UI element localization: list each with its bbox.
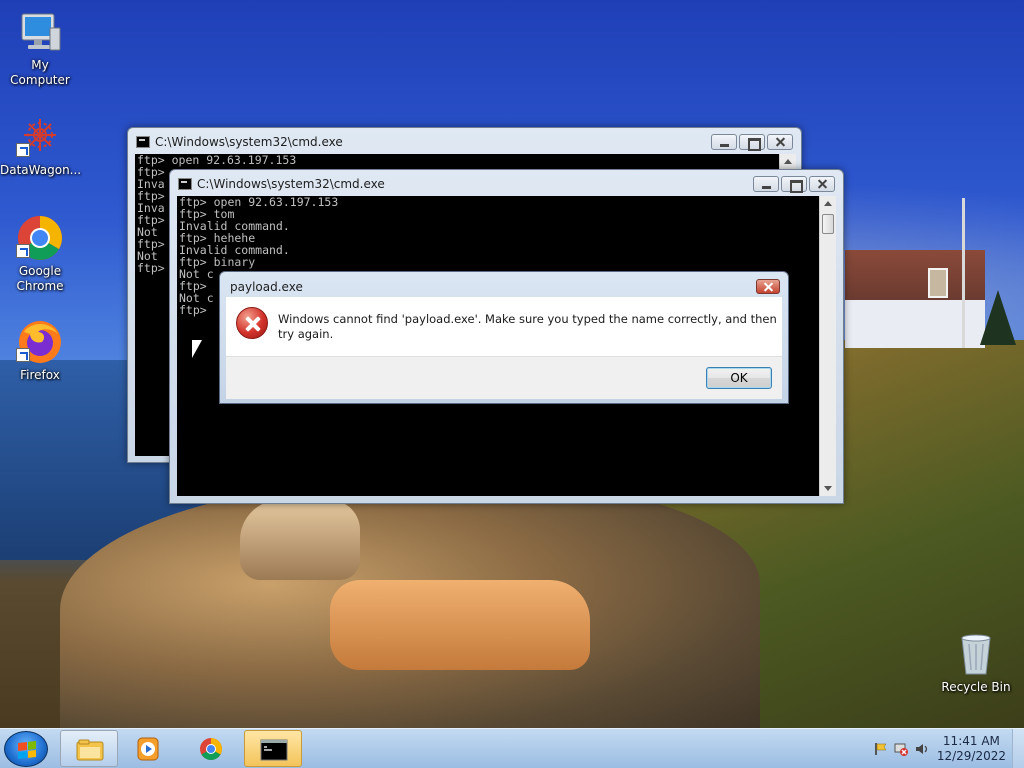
taskbar-chrome[interactable]	[182, 730, 240, 767]
scroll-up-arrow-icon[interactable]	[784, 159, 792, 164]
close-button[interactable]	[767, 134, 793, 150]
console-line: ftp> binary	[179, 255, 256, 269]
wallpaper-flagpole	[962, 198, 965, 348]
console-line: Invalid command.	[179, 243, 290, 257]
wallpaper-tree	[980, 290, 1016, 345]
cmd-icon	[260, 739, 288, 761]
desktop-icon-firefox[interactable]: Firefox	[0, 318, 80, 383]
maximize-button[interactable]	[739, 134, 765, 151]
recycle-bin-icon	[961, 634, 991, 675]
desktop-icon-datawagon[interactable]: DataWagon...	[0, 113, 82, 178]
desktop-icon-google-chrome[interactable]: Google Chrome	[0, 214, 80, 294]
scroll-up-arrow-icon[interactable]	[824, 201, 832, 206]
minimize-button[interactable]	[711, 134, 737, 150]
shortcut-arrow-icon	[16, 244, 30, 258]
error-icon	[236, 307, 268, 339]
taskbar-media-player[interactable]	[120, 730, 178, 767]
desktop-icon-label: Firefox	[20, 368, 60, 382]
system-tray: 11:41 AM 12/29/2022	[854, 729, 1024, 768]
minimize-button[interactable]	[753, 176, 779, 192]
show-desktop-button[interactable]	[1012, 729, 1024, 768]
dialog-footer: OK	[226, 356, 782, 399]
desktop-icon-label: Recycle Bin	[941, 680, 1011, 694]
window-titlebar[interactable]: C:\Windows\system32\cmd.exe	[128, 128, 801, 154]
wallpaper-house-window	[928, 268, 948, 298]
cmd-icon	[178, 178, 192, 190]
console-line: ftp> open 92.63.197.153	[137, 154, 297, 167]
console-line: Invalid command.	[179, 219, 290, 233]
console-line: ftp> open 92.63.197.153	[179, 196, 339, 209]
close-button[interactable]	[809, 176, 835, 192]
scrollbar-thumb[interactable]	[822, 214, 834, 234]
dialog-message: Windows cannot find 'payload.exe'. Make …	[278, 312, 777, 341]
window-controls	[711, 134, 793, 151]
dialog-body: Windows cannot find 'payload.exe'. Make …	[226, 297, 782, 356]
error-dialog[interactable]: payload.exe Windows cannot find 'payload…	[219, 271, 789, 404]
desktop-icon-recycle-bin[interactable]: Recycle Bin	[936, 630, 1016, 695]
action-center-flag-icon[interactable]	[874, 742, 888, 756]
window-controls	[753, 176, 835, 193]
desktop-icon-label: DataWagon...	[0, 163, 82, 177]
maximize-button[interactable]	[781, 176, 807, 193]
file-explorer-icon	[76, 739, 104, 761]
wallpaper-rock	[330, 580, 590, 670]
cmd-icon	[136, 136, 150, 148]
window-title: C:\Windows\system32\cmd.exe	[197, 177, 385, 191]
desktop-icon-my-computer[interactable]: My Computer	[0, 8, 80, 88]
chrome-icon	[200, 738, 222, 760]
media-player-icon	[137, 737, 159, 761]
window-title: C:\Windows\system32\cmd.exe	[155, 135, 343, 149]
shortcut-arrow-icon	[16, 348, 30, 362]
mouse-cursor-icon	[192, 340, 202, 358]
shortcut-arrow-icon	[16, 143, 30, 157]
wallpaper-rock	[240, 500, 360, 580]
window-titlebar[interactable]: C:\Windows\system32\cmd.exe	[170, 170, 843, 196]
taskbar-file-explorer[interactable]	[60, 730, 118, 767]
desktop-icon-label: My Computer	[10, 58, 70, 87]
start-button[interactable]	[4, 731, 48, 767]
ok-button[interactable]: OK	[706, 367, 772, 389]
taskbar: 11:41 AM 12/29/2022	[0, 728, 1024, 768]
dialog-close-button[interactable]	[756, 279, 780, 294]
dialog-title: payload.exe	[230, 280, 303, 294]
clock-time: 11:41 AM	[942, 734, 1000, 748]
scroll-down-arrow-icon[interactable]	[824, 486, 832, 491]
clock-date: 12/29/2022	[936, 749, 1006, 763]
clock[interactable]: 11:41 AM 12/29/2022	[937, 734, 1006, 764]
vertical-scrollbar[interactable]	[819, 196, 836, 496]
computer-icon	[21, 13, 61, 51]
network-error-icon[interactable]	[894, 742, 908, 756]
taskbar-cmd[interactable]	[244, 730, 302, 767]
volume-icon[interactable]	[915, 742, 929, 756]
windows-logo-icon	[18, 741, 36, 759]
desktop-icon-label: Google Chrome	[16, 264, 64, 293]
